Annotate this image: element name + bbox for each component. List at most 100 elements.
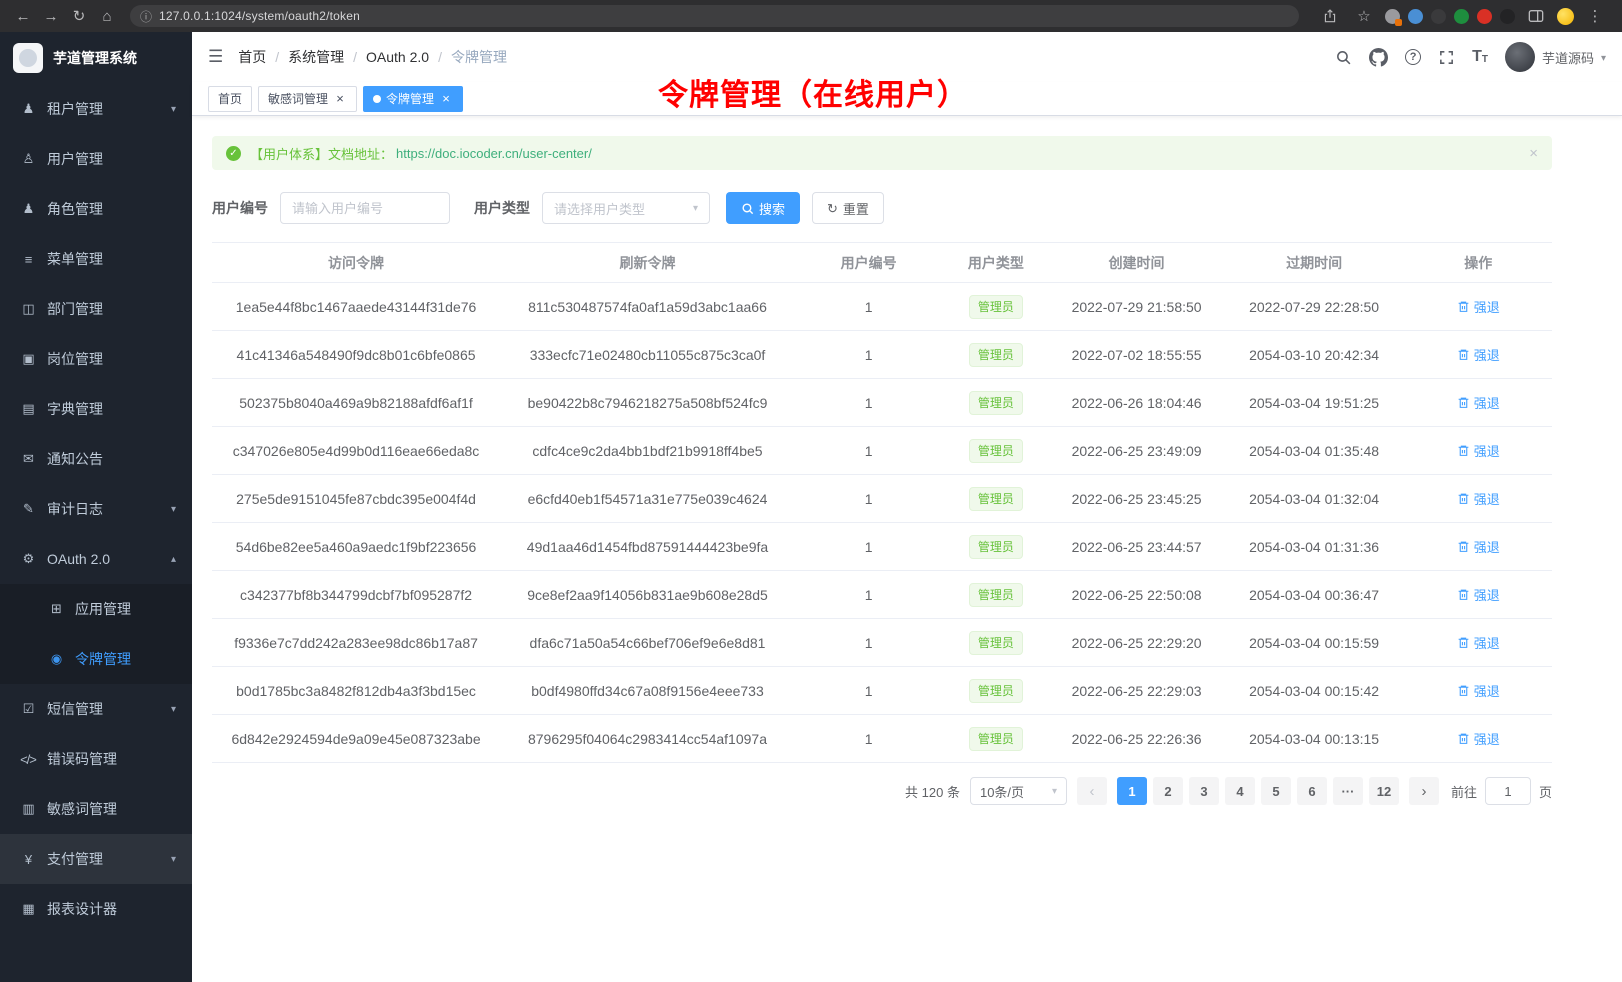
access-token-cell: c347026e805e4d99b0d116eae66eda8c	[212, 427, 500, 475]
sidebar-item-payment[interactable]: ¥ 支付管理 ▾	[0, 834, 192, 884]
browser-menu-icon[interactable]: ⋮	[1582, 4, 1608, 28]
sidebar-collapse-icon[interactable]: ☰	[208, 47, 223, 67]
action-cell: 强退	[1405, 523, 1552, 571]
reset-button[interactable]: ↻ 重置	[812, 192, 884, 224]
force-logout-button[interactable]: 强退	[1457, 345, 1500, 364]
user-type-badge: 管理员	[969, 679, 1023, 703]
sidebar-item-oauth2-token[interactable]: ◉ 令牌管理	[0, 634, 192, 684]
reload-button[interactable]: ↻	[66, 4, 92, 28]
sidebar-item-tenant[interactable]: ♟ 租户管理 ▾	[0, 84, 192, 134]
search-icon[interactable]	[1335, 49, 1352, 66]
force-logout-button[interactable]: 强退	[1457, 585, 1500, 604]
extension-icon[interactable]	[1454, 9, 1469, 24]
forward-button[interactable]: →	[38, 4, 64, 28]
url-text: 127.0.0.1:1024/system/oauth2/token	[159, 9, 360, 23]
user-menu[interactable]: 芋道源码 ▾	[1505, 42, 1606, 72]
extension-icon[interactable]	[1408, 9, 1423, 24]
page-button-12[interactable]: 12	[1369, 777, 1399, 805]
side-panel-icon[interactable]	[1523, 4, 1549, 28]
doc-link[interactable]: https://doc.iocoder.cn/user-center/	[396, 146, 592, 161]
force-logout-button[interactable]: 强退	[1457, 729, 1500, 748]
profile-avatar[interactable]	[1557, 8, 1574, 25]
access-token-cell: 54d6be82ee5a460a9aedc1f9bf223656	[212, 523, 500, 571]
expire-time-cell: 2054-03-04 01:31:36	[1224, 523, 1405, 571]
force-logout-button[interactable]: 强退	[1457, 681, 1500, 700]
page-size-select[interactable]: 10条/页 ▾	[970, 777, 1067, 805]
tab-label: 敏感词管理	[268, 90, 328, 107]
user-icon: ♙	[20, 151, 36, 167]
force-logout-button[interactable]: 强退	[1457, 633, 1500, 652]
action-cell: 强退	[1405, 427, 1552, 475]
sidebar-item-oauth2[interactable]: ⚙ OAuth 2.0 ▴	[0, 534, 192, 584]
breadcrumb-system[interactable]: 系统管理	[288, 47, 344, 67]
page-button-3[interactable]: 3	[1189, 777, 1219, 805]
user-type-cell: 管理员	[942, 715, 1049, 763]
tab-sensitive-word[interactable]: 敏感词管理 ×	[258, 86, 357, 112]
dept-icon: ◫	[20, 301, 36, 317]
force-logout-button[interactable]: 强退	[1457, 393, 1500, 412]
header-actions: 芋道源码 ▾	[1335, 42, 1606, 72]
github-icon[interactable]	[1369, 48, 1388, 67]
home-button[interactable]: ⌂	[94, 4, 120, 28]
address-bar[interactable]: ⓘ 127.0.0.1:1024/system/oauth2/token	[130, 5, 1299, 27]
sensitive-word-icon: ▥	[20, 801, 36, 817]
close-icon[interactable]: ×	[439, 92, 453, 106]
sidebar-item-post[interactable]: ▣ 岗位管理	[0, 334, 192, 384]
fullscreen-icon[interactable]	[1438, 49, 1455, 66]
prev-page-button: ‹	[1077, 777, 1107, 805]
sidebar-item-dept[interactable]: ◫ 部门管理	[0, 284, 192, 334]
bookmark-star-icon[interactable]: ☆	[1351, 4, 1377, 28]
app-logo	[13, 43, 43, 73]
share-icon[interactable]	[1317, 4, 1343, 28]
force-logout-button[interactable]: 强退	[1457, 297, 1500, 316]
breadcrumb-oauth2[interactable]: OAuth 2.0	[366, 49, 429, 65]
breadcrumb-home[interactable]: 首页	[238, 47, 266, 67]
extension-icon[interactable]	[1385, 9, 1400, 24]
page-button-4[interactable]: 4	[1225, 777, 1255, 805]
sidebar-item-sensitive-word[interactable]: ▥ 敏感词管理	[0, 784, 192, 834]
force-logout-button[interactable]: 强退	[1457, 537, 1500, 556]
created-time-cell: 2022-06-25 22:26:36	[1049, 715, 1223, 763]
extension-icon[interactable]	[1431, 9, 1446, 24]
goto-page-input[interactable]	[1485, 777, 1531, 805]
sidebar-item-audit-log[interactable]: ✎ 审计日志 ▾	[0, 484, 192, 534]
force-logout-button[interactable]: 强退	[1457, 489, 1500, 508]
extension-icon[interactable]	[1477, 9, 1492, 24]
page-button-2[interactable]: 2	[1153, 777, 1183, 805]
post-icon: ▣	[20, 351, 36, 367]
tab-home[interactable]: 首页	[208, 86, 252, 112]
sidebar-item-oauth2-app[interactable]: ⊞ 应用管理	[0, 584, 192, 634]
sidebar-item-dict[interactable]: ▤ 字典管理	[0, 384, 192, 434]
sidebar-item-report-designer[interactable]: ▦ 报表设计器	[0, 884, 192, 934]
user-type-select[interactable]: 请选择用户类型 ▾	[542, 192, 710, 224]
help-icon[interactable]	[1405, 49, 1421, 65]
sidebar-item-user[interactable]: ♙ 用户管理	[0, 134, 192, 184]
refresh-token-cell: 333ecfc71e02480cb11055c875c3ca0f	[500, 331, 795, 379]
sidebar-item-menu[interactable]: ≡ 菜单管理	[0, 234, 192, 284]
alert-close-icon[interactable]: ×	[1529, 145, 1538, 162]
user-id-cell: 1	[795, 427, 942, 475]
close-icon[interactable]: ×	[333, 92, 347, 106]
chevron-icon: ▾	[171, 704, 176, 715]
font-size-icon[interactable]	[1472, 48, 1488, 66]
sidebar-item-role[interactable]: ♟ 角色管理	[0, 184, 192, 234]
user-id-input[interactable]	[280, 192, 450, 224]
search-button[interactable]: 搜索	[726, 192, 800, 224]
extension-icon[interactable]	[1500, 9, 1515, 24]
user-type-cell: 管理员	[942, 331, 1049, 379]
sidebar-item-notice[interactable]: ✉ 通知公告	[0, 434, 192, 484]
table-row: b0d1785bc3a8482f812db4a3f3bd15ec b0df498…	[212, 667, 1552, 715]
site-info-icon[interactable]: ⓘ	[140, 8, 152, 25]
expire-time-cell: 2054-03-04 01:32:04	[1224, 475, 1405, 523]
tab-token[interactable]: 令牌管理 ×	[363, 86, 463, 112]
refresh-token-cell: e6cfd40eb1f54571a31e775e039c4624	[500, 475, 795, 523]
page-button-5[interactable]: 5	[1261, 777, 1291, 805]
force-logout-button[interactable]: 强退	[1457, 441, 1500, 460]
back-button[interactable]: ←	[10, 4, 36, 28]
page-ellipsis-button[interactable]: ···	[1333, 777, 1363, 805]
page-button-6[interactable]: 6	[1297, 777, 1327, 805]
sidebar-item-sms[interactable]: ☑ 短信管理 ▾	[0, 684, 192, 734]
sidebar-item-error-code[interactable]: </> 错误码管理	[0, 734, 192, 784]
page-button-1[interactable]: 1	[1117, 777, 1147, 805]
next-page-button[interactable]: ›	[1409, 777, 1439, 805]
